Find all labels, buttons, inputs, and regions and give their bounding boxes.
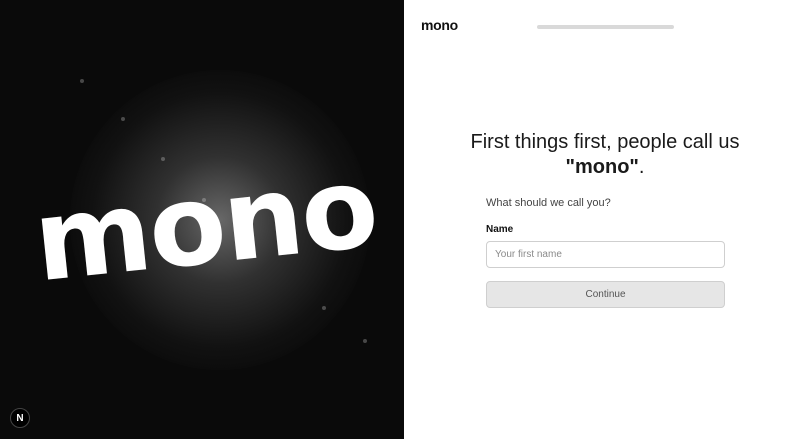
hero-particle <box>121 117 125 121</box>
page-title: First things first, people call us "mono… <box>464 130 746 180</box>
brand-logo: mono <box>421 17 458 33</box>
continue-button[interactable]: Continue <box>486 281 725 308</box>
question-text: What should we call you? <box>486 197 611 209</box>
hero-particle <box>363 339 367 343</box>
name-label: Name <box>486 224 514 235</box>
progress-bar <box>537 25 674 29</box>
form-panel: mono First things first, people call us … <box>404 0 806 439</box>
framework-badge[interactable]: N <box>10 408 30 428</box>
title-emphasis: "mono" <box>565 156 639 178</box>
hero-particle <box>322 306 326 310</box>
hero-panel: mono N <box>0 0 404 439</box>
onboarding-screen: mono N mono First things first, people c… <box>0 0 806 439</box>
title-prefix: First things first, people call us <box>470 131 740 153</box>
name-input[interactable] <box>486 241 725 268</box>
hero-particle <box>80 79 84 83</box>
title-suffix: . <box>638 156 645 178</box>
